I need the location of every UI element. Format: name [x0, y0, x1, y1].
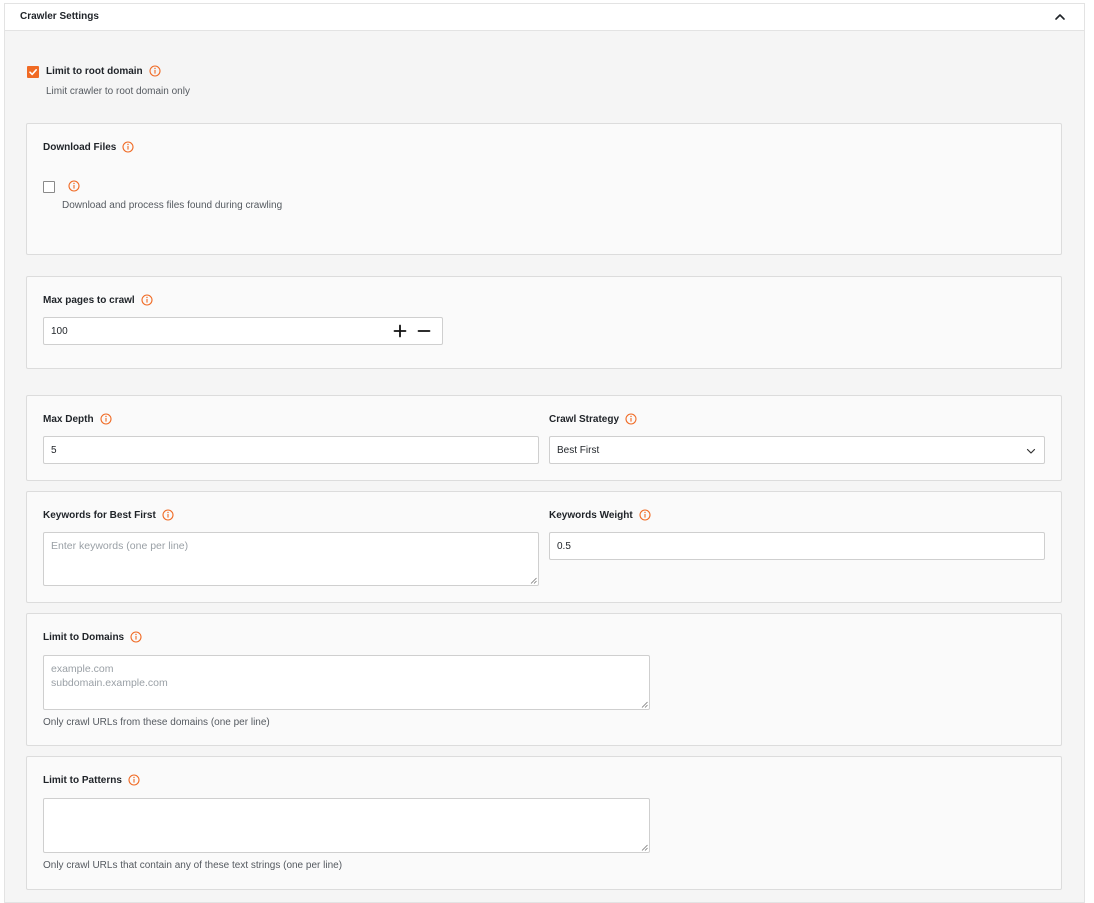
keywords-weight-label-row: Keywords Weight [549, 509, 651, 521]
plus-icon[interactable] [392, 323, 408, 339]
crawl-strategy-label-row: Crawl Strategy [549, 413, 637, 425]
panel-header[interactable]: Crawler Settings [5, 4, 1084, 31]
keywords-card: Keywords for Best First Enter keywords (… [26, 491, 1062, 603]
keywords-textarea[interactable]: Enter keywords (one per line) [43, 532, 539, 586]
limit-domains-help: Only crawl URLs from these domains (one … [43, 717, 270, 728]
limit-patterns-label-row: Limit to Patterns [43, 774, 140, 786]
limit-domains-card: Limit to Domains example.com subdomain.e… [26, 613, 1062, 746]
minus-icon[interactable] [416, 323, 432, 339]
resize-handle-icon[interactable] [641, 844, 648, 851]
limit-root-checkbox[interactable] [27, 66, 39, 78]
info-icon[interactable] [639, 509, 651, 521]
max-depth-label: Max Depth [43, 413, 94, 425]
max-depth-value: 5 [51, 444, 57, 456]
max-pages-card: Max pages to crawl 100 [26, 276, 1062, 369]
limit-root-label: Limit to root domain [46, 65, 143, 77]
max-pages-value: 100 [51, 325, 68, 337]
limit-root-label-row: Limit to root domain [46, 65, 161, 77]
limit-domains-placeholder-line2: subdomain.example.com [51, 677, 168, 689]
limit-domains-textarea[interactable]: example.com subdomain.example.com [43, 655, 650, 710]
limit-domains-placeholder-line1: example.com [51, 663, 114, 675]
info-icon[interactable] [141, 294, 153, 306]
panel-title: Crawler Settings [20, 11, 99, 22]
info-icon[interactable] [149, 65, 161, 77]
keywords-weight-label: Keywords Weight [549, 509, 633, 521]
limit-patterns-label: Limit to Patterns [43, 774, 122, 786]
info-icon[interactable] [625, 413, 637, 425]
download-files-title: Download Files [43, 141, 117, 153]
max-pages-label: Max pages to crawl [43, 294, 135, 306]
check-icon [29, 69, 37, 76]
download-files-help: Download and process files found during … [62, 200, 283, 211]
limit-root-help: Limit crawler to root domain only [46, 86, 190, 97]
limit-domains-label-row: Limit to Domains [43, 631, 142, 643]
info-icon[interactable] [162, 509, 174, 521]
keywords-weight-input[interactable]: 0.5 [549, 532, 1045, 560]
download-files-checkbox[interactable] [43, 181, 55, 193]
keywords-placeholder: Enter keywords (one per line) [51, 540, 189, 552]
chevron-up-icon[interactable] [1054, 11, 1066, 23]
keywords-label-row: Keywords for Best First [43, 509, 174, 521]
limit-patterns-textarea[interactable] [43, 798, 650, 853]
download-files-card: Download Files Download and process file… [26, 123, 1062, 255]
max-pages-label-row: Max pages to crawl [43, 294, 153, 306]
depth-strategy-card: Max Depth 5 Crawl Strategy Best First [26, 395, 1062, 481]
limit-domains-label: Limit to Domains [43, 631, 125, 643]
keywords-label: Keywords for Best First [43, 509, 156, 521]
download-files-title-row: Download Files [43, 141, 134, 153]
limit-patterns-help: Only crawl URLs that contain any of thes… [43, 860, 343, 871]
info-icon[interactable] [100, 413, 112, 425]
crawl-strategy-select[interactable]: Best First [549, 436, 1045, 464]
crawl-strategy-selected: Best First [557, 444, 600, 456]
max-pages-stepper[interactable]: 100 [43, 317, 443, 345]
max-depth-label-row: Max Depth [43, 413, 112, 425]
chevron-down-icon [1026, 448, 1036, 454]
keywords-weight-value: 0.5 [557, 540, 571, 552]
crawler-settings-panel: Crawler Settings Limit to root domain Li… [4, 3, 1085, 903]
resize-handle-icon[interactable] [641, 701, 648, 708]
info-icon[interactable] [122, 141, 134, 153]
max-depth-input[interactable]: 5 [43, 436, 539, 464]
info-icon[interactable] [68, 180, 80, 192]
crawl-strategy-label: Crawl Strategy [549, 413, 620, 425]
info-icon[interactable] [128, 774, 140, 786]
resize-handle-icon[interactable] [530, 577, 537, 584]
limit-patterns-card: Limit to Patterns Only crawl URLs that c… [26, 756, 1062, 890]
info-icon[interactable] [130, 631, 142, 643]
